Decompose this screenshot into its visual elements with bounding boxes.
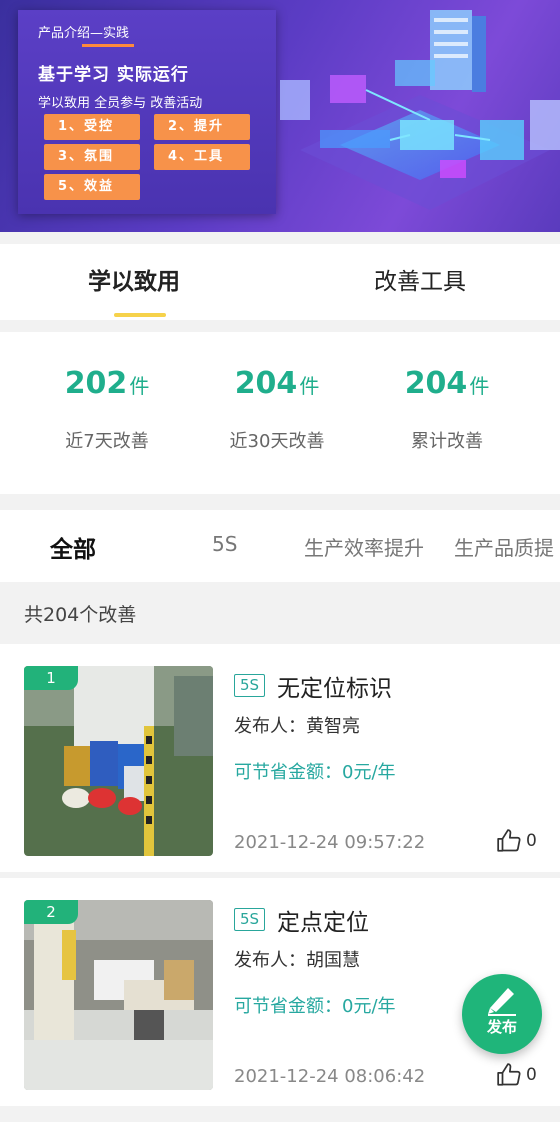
banner-divider [82, 44, 134, 47]
category-5s[interactable]: 5S [212, 532, 237, 556]
stat-label: 近7天改善 [65, 431, 149, 452]
category-tag: 5S [234, 674, 266, 697]
publisher: 发布人：黄智亮 [234, 716, 360, 737]
stat-value: 204 [234, 366, 298, 401]
rank-badge: 1 [24, 666, 78, 690]
stat-value: 204 [404, 366, 468, 401]
pen-icon [488, 988, 516, 1016]
stat-value: 202 [64, 366, 128, 401]
banner-chip: 5、效益 [44, 174, 140, 200]
stat-30-days: 204 件 近30天改善 [192, 366, 362, 453]
banner-chip: 2、提升 [154, 114, 250, 140]
result-count: 共204个改善 [24, 604, 137, 626]
like-button[interactable]: 0 [496, 828, 546, 858]
like-button[interactable]: 0 [496, 1062, 546, 1092]
like-count: 0 [526, 1065, 537, 1085]
banner-kicker: 产品介绍—实践 [38, 26, 130, 41]
category-efficiency[interactable]: 生产效率提升 [304, 532, 424, 561]
publish-label: 发布 [486, 1018, 517, 1036]
thumbs-up-icon [497, 1063, 521, 1086]
active-tab-indicator [114, 313, 166, 317]
category-tag: 5S [234, 908, 266, 931]
publish-time: 2021-12-24 08:06:42 [234, 1066, 426, 1087]
banner-chip: 4、工具 [154, 144, 250, 170]
publish-time: 2021-12-24 09:57:22 [234, 832, 426, 853]
card-title: 无定位标识 [277, 676, 392, 702]
main-tabs: 学以致用 改善工具 [0, 244, 560, 320]
stats-panel: 202 件 近7天改善 204 件 近30天改善 204 件 累计改善 [0, 332, 560, 494]
rank-badge: 2 [24, 900, 78, 924]
publisher: 发布人：胡国慧 [234, 950, 360, 971]
card-photo [24, 666, 213, 856]
stat-label: 近30天改善 [229, 431, 325, 452]
stat-label: 累计改善 [411, 431, 483, 452]
tab-improvement-tools[interactable]: 改善工具 [374, 262, 466, 296]
like-count: 0 [526, 831, 537, 851]
banner-subtitle: 学以致用 全员参与 改善活动 [38, 96, 203, 111]
stat-unit: 件 [469, 374, 490, 398]
publish-fab-button[interactable]: 发布 [462, 974, 542, 1054]
tab-learn-apply[interactable]: 学以致用 [88, 262, 180, 296]
banner-chip: 1、受控 [44, 114, 140, 140]
stat-unit: 件 [299, 374, 320, 398]
stat-total: 204 件 累计改善 [362, 366, 532, 453]
category-all[interactable]: 全部 [50, 530, 96, 564]
banner-chip: 3、氛围 [44, 144, 140, 170]
banner-title: 基于学习 实际运行 [38, 65, 189, 85]
card-title: 定点定位 [277, 910, 369, 936]
result-count-bar: 共204个改善 [0, 582, 560, 642]
stat-unit: 件 [129, 374, 150, 398]
category-quality[interactable]: 生产品质提 [454, 532, 554, 561]
saving-amount: 可节省金额：0元/年 [234, 762, 396, 783]
stat-7-days: 202 件 近7天改善 [22, 366, 192, 453]
thumbs-up-icon [497, 829, 521, 852]
banner-text-card: 产品介绍—实践 基于学习 实际运行 学以致用 全员参与 改善活动 1、受控 2、… [18, 10, 276, 214]
card-photo [24, 900, 213, 1090]
category-filter: 全部 5S 生产效率提升 生产品质提 [0, 510, 560, 582]
improvement-card[interactable]: 1 5S 无定位标识 发布人：黄智亮 可节省金额：0元/年 2021-12-24… [0, 644, 560, 872]
saving-amount: 可节省金额：0元/年 [234, 996, 396, 1017]
promo-banner[interactable]: 产品介绍—实践 基于学习 实际运行 学以致用 全员参与 改善活动 1、受控 2、… [0, 0, 560, 232]
server-network-illustration [280, 10, 560, 210]
